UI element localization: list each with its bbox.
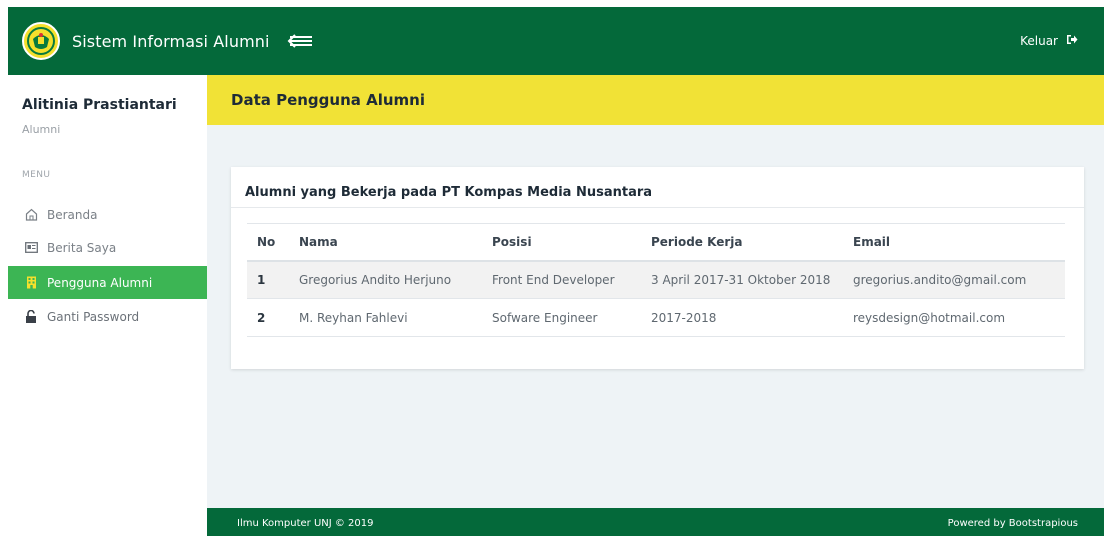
column-header-periode-kerja: Periode Kerja: [641, 223, 843, 262]
top-navbar: Sistem Informasi Alumni Keluar: [8, 7, 1104, 75]
column-header-no: No: [247, 223, 289, 262]
building-icon: [24, 276, 38, 290]
cell-periode-kerja: 3 April 2017-31 Oktober 2018: [641, 260, 843, 299]
home-icon: [24, 208, 38, 222]
cell-nama: Gregorius Andito Herjuno: [289, 260, 482, 299]
cell-periode-kerja: 2017-2018: [641, 298, 843, 337]
page-header: Data Pengguna Alumni: [207, 75, 1104, 125]
cell-email: reysdesign@hotmail.com: [843, 298, 1065, 337]
sidebar: Alitinia Prastiantari Alumni MENU Berand…: [8, 75, 207, 536]
alumni-card: Alumni yang Bekerja pada PT Kompas Media…: [231, 167, 1084, 369]
cell-nama: M. Reyhan Fahlevi: [289, 298, 482, 337]
sidebar-item-label: Ganti Password: [47, 309, 140, 324]
page-title: Data Pengguna Alumni: [231, 91, 425, 109]
card-title: Alumni yang Bekerja pada PT Kompas Media…: [245, 185, 653, 200]
footer-copyright: Ilmu Komputer UNJ © 2019: [237, 518, 374, 529]
cell-no: 2: [247, 298, 289, 337]
column-header-posisi: Posisi: [482, 223, 641, 262]
table-row: 1 Gregorius Andito Herjuno Front End Dev…: [247, 260, 1065, 299]
column-header-email: Email: [843, 223, 1065, 262]
cell-posisi: Front End Developer: [482, 260, 641, 299]
user-role: Alumni: [22, 123, 61, 136]
table-row: 2 M. Reyhan Fahlevi Sofware Engineer 201…: [247, 298, 1065, 337]
sidebar-item-ganti-password[interactable]: Ganti Password: [8, 300, 207, 333]
newspaper-icon: [24, 241, 38, 255]
main-content: Data Pengguna Alumni Alumni yang Bekerja…: [207, 75, 1104, 536]
table-header-row: No Nama Posisi Periode Kerja Email: [247, 223, 1065, 262]
cell-posisi: Sofware Engineer: [482, 298, 641, 337]
footer-powered-by: Powered by Bootstrapious: [947, 518, 1078, 529]
cell-email: gregorius.andito@gmail.com: [843, 260, 1065, 299]
app-title[interactable]: Sistem Informasi Alumni: [72, 32, 270, 51]
user-name: Alitinia Prastiantari: [22, 97, 177, 113]
university-logo-icon[interactable]: [22, 22, 60, 60]
logout-button[interactable]: Keluar: [1020, 34, 1078, 48]
sidebar-item-beranda[interactable]: Beranda: [8, 198, 207, 231]
unlock-icon: [24, 310, 38, 324]
cell-no: 1: [247, 260, 289, 299]
sidebar-item-berita-saya[interactable]: Berita Saya: [8, 231, 207, 264]
footer: Ilmu Komputer UNJ © 2019 Powered by Boot…: [207, 508, 1104, 536]
sign-out-icon: [1066, 34, 1078, 48]
logout-label: Keluar: [1020, 34, 1058, 48]
sidebar-toggle-arrow-icon[interactable]: [286, 31, 314, 51]
alumni-table: No Nama Posisi Periode Kerja Email 1 Gre…: [247, 223, 1065, 337]
sidebar-item-pengguna-alumni[interactable]: Pengguna Alumni: [8, 266, 207, 299]
card-divider: [231, 207, 1084, 208]
sidebar-item-label: Pengguna Alumni: [47, 275, 153, 290]
column-header-nama: Nama: [289, 223, 482, 262]
menu-heading: MENU: [22, 170, 51, 180]
sidebar-item-label: Beranda: [47, 207, 98, 222]
sidebar-item-label: Berita Saya: [47, 240, 117, 255]
